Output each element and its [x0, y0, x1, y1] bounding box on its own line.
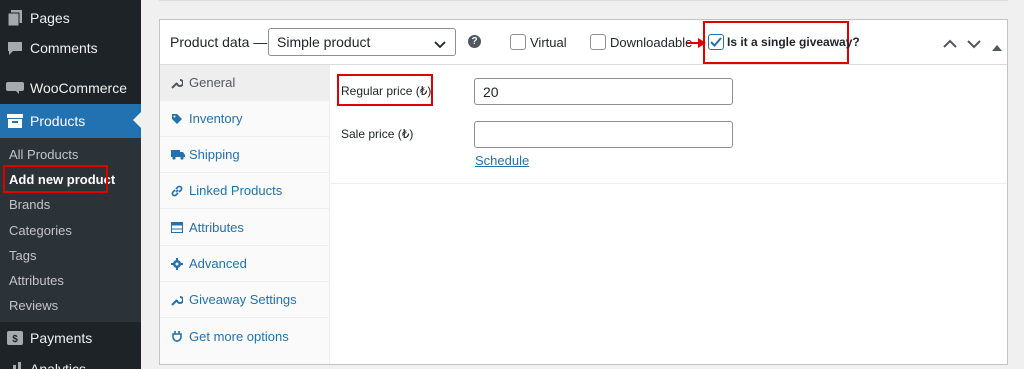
- svg-text:$: $: [12, 334, 18, 345]
- tab-giveaway-settings[interactable]: Giveaway Settings: [160, 282, 330, 318]
- tab-label: Get more options: [189, 328, 289, 344]
- product-type-select[interactable]: Simple product: [268, 28, 456, 56]
- move-up-icon[interactable]: [943, 36, 957, 52]
- divider: [331, 183, 1007, 184]
- submenu-brands[interactable]: Brands: [9, 197, 50, 212]
- tab-shipping[interactable]: Shipping: [160, 137, 330, 173]
- submenu-attributes[interactable]: Attributes: [9, 273, 64, 288]
- tab-label: Shipping: [189, 147, 240, 162]
- tab-linked-products[interactable]: Linked Products: [160, 173, 330, 209]
- tab-general[interactable]: General: [160, 65, 330, 101]
- regular-price-label: Regular price (₺): [341, 84, 432, 98]
- sale-price-label: Sale price (₺): [341, 127, 414, 141]
- checkmark-icon: [710, 37, 722, 47]
- submenu-all-products[interactable]: All Products: [9, 147, 78, 162]
- menu-item-woocommerce[interactable]: WooCommerce: [0, 71, 141, 105]
- tag-icon: [171, 113, 189, 125]
- menu-item-comments[interactable]: Comments: [0, 31, 141, 65]
- move-down-icon[interactable]: [967, 36, 981, 52]
- menu-item-label: Comments: [30, 40, 98, 56]
- tab-label: Giveaway Settings: [189, 292, 297, 307]
- tab-advanced[interactable]: Advanced: [160, 246, 330, 282]
- downloadable-checkbox[interactable]: [590, 34, 606, 50]
- product-data-tabs: General Inventory Shipping Linked Produc…: [160, 65, 330, 364]
- plugin-icon: [171, 330, 189, 342]
- admin-sidebar: Pages Comments WooCommerce Products All …: [0, 0, 141, 369]
- submenu-tags[interactable]: Tags: [9, 248, 36, 263]
- comments-icon: [0, 41, 30, 56]
- wrench-icon: [171, 77, 189, 89]
- analytics-icon: [0, 362, 30, 369]
- link-icon: [171, 185, 189, 197]
- woocommerce-icon: [0, 82, 30, 94]
- products-icon: [0, 114, 30, 128]
- tab-get-more-options[interactable]: Get more options: [160, 318, 330, 354]
- tab-inventory[interactable]: Inventory: [160, 101, 330, 137]
- table-icon: [171, 222, 189, 233]
- menu-item-payments[interactable]: $ Payments: [0, 321, 141, 355]
- menu-item-label: WooCommerce: [30, 80, 127, 96]
- highlight-add-new-product: [3, 165, 108, 193]
- menu-item-label: Products: [30, 113, 86, 129]
- wrench-icon: [171, 294, 189, 306]
- divider: [159, 0, 1008, 1]
- help-icon[interactable]: ?: [468, 35, 481, 48]
- tab-label: Attributes: [189, 220, 244, 235]
- tab-label: Linked Products: [189, 183, 283, 198]
- virtual-label: Virtual: [530, 35, 567, 50]
- product-type-value: Simple product: [277, 34, 371, 50]
- menu-item-label: Payments: [30, 330, 93, 346]
- menu-item-products[interactable]: Products: [0, 104, 141, 138]
- menu-item-label: Pages: [30, 10, 70, 26]
- menu-item-label: Analytics: [30, 361, 87, 369]
- downloadable-label: Downloadable: [610, 35, 693, 50]
- pages-icon: [0, 10, 30, 26]
- sale-price-input[interactable]: [474, 121, 733, 148]
- menu-item-analytics[interactable]: Analytics: [0, 352, 141, 369]
- tab-attributes[interactable]: Attributes: [160, 210, 330, 246]
- schedule-link[interactable]: Schedule: [475, 153, 529, 168]
- collapse-toggle-icon[interactable]: [992, 38, 1002, 54]
- virtual-checkbox[interactable]: [510, 34, 526, 50]
- product-data-panel: Product data — Simple product ? Virtual …: [159, 19, 1008, 365]
- tab-label: Inventory: [189, 111, 243, 126]
- tab-label: Advanced: [189, 256, 247, 271]
- gear-icon: [171, 257, 189, 270]
- giveaway-checkbox[interactable]: [708, 34, 724, 50]
- menu-item-pages[interactable]: Pages: [0, 1, 141, 35]
- payments-icon: $: [0, 331, 30, 345]
- product-data-header: Product data — Simple product ? Virtual …: [160, 20, 1007, 65]
- product-data-title: Product data —: [170, 34, 268, 50]
- tab-label: General: [189, 75, 236, 90]
- submenu-reviews[interactable]: Reviews: [9, 298, 58, 313]
- chevron-down-icon: [434, 37, 446, 53]
- submenu-categories[interactable]: Categories: [9, 223, 72, 238]
- giveaway-label: Is it a single giveaway?: [727, 35, 860, 49]
- truck-icon: [171, 149, 189, 160]
- regular-price-input[interactable]: [474, 78, 733, 105]
